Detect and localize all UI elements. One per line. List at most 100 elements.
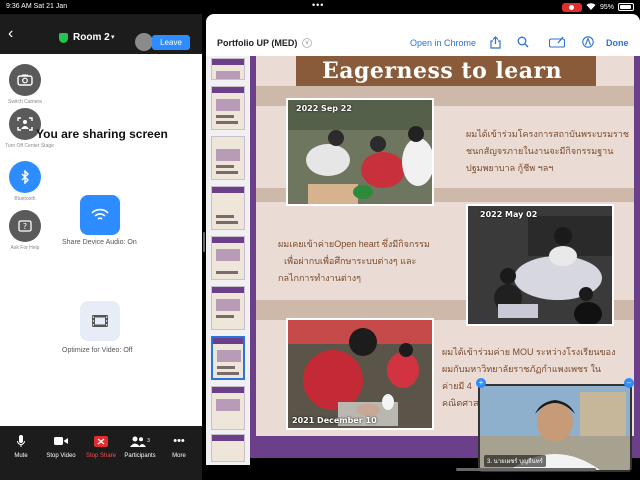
share-icon[interactable] [488,36,502,50]
self-view-add-icon[interactable]: + [476,378,486,388]
ask-for-help-button[interactable]: ? Ask For Help [5,210,45,251]
more-dots-icon: ••• [173,435,185,447]
stop-share-button[interactable]: Stop Share [82,434,120,459]
participants-count: 3 [147,438,150,444]
help-icon: ? [9,210,41,242]
microphone-icon [2,434,40,448]
svg-text:?: ? [23,222,27,231]
switch-camera-label: Switch Camera [8,99,42,105]
thumb-text-line [216,215,234,218]
thumb-text-line [216,121,238,124]
open-in-chrome-link[interactable]: Open in Chrome [410,38,476,48]
center-stage-label: Turn Off Center Stage [5,143,54,149]
thumb-text-line [217,366,235,369]
thumbnail[interactable] [211,136,245,180]
text-block-1: ผมได้เข้าร่วมโครงการสถาบันพระบรมราช ชนกส… [466,126,629,177]
mute-label: Mute [14,453,28,459]
security-shield-icon[interactable] [59,33,68,43]
film-icon [92,315,108,327]
mute-button[interactable]: Mute [2,434,40,459]
done-button[interactable]: Done [606,38,629,48]
stop-share-icon [82,434,120,448]
battery-percentage: 95% [599,3,614,11]
page-thumbnails [206,56,250,465]
text-line: ผมเคยเข้าค่ายOpen heart ซึ่งมีกิจกรรม [278,239,430,249]
screen-recording-icon[interactable] [561,2,582,12]
home-indicator[interactable] [456,468,596,471]
camera-switch-icon [9,64,41,96]
photo-date: 2022 Sep 22 [296,104,352,113]
thumbnail[interactable] [211,434,245,462]
thumbnail-selected[interactable] [211,336,245,380]
text-line: ชนกสัญจรภายในงานจะมีกิจกรรมฐาน [466,146,614,156]
annotate-icon[interactable] [581,36,595,50]
text-line: เพื่อผ่ากบเพื่อศึกษาระบบต่างๆ และ [284,256,417,266]
status-right: 95% [561,2,634,12]
video-camera-icon [42,434,80,448]
multitasking-dots-icon[interactable]: ••• [312,0,324,10]
thumbnail[interactable] [211,58,245,80]
thumbnail[interactable] [211,286,245,330]
zoom-header: ‹ Room 2 ▾ Leave [0,14,202,54]
search-icon[interactable] [516,36,530,50]
self-view-video[interactable]: 3. นายเผชร์ บุญยืนทร์ [478,384,632,472]
participant-name-tag: 3. นายเผชร์ บุญยืนทร์ [484,455,546,467]
document-toolbar: Portfolio UP (MED) ˅ Open in Chrome Done [206,14,640,56]
screen: 9:36 AM Sat 21 Jan ••• 95% ‹ Room 2 ▾ Le… [0,0,640,480]
switch-camera-button[interactable]: Switch Camera [5,64,45,105]
stop-share-label: Stop Share [85,453,117,459]
markup-pen-icon[interactable] [548,36,566,50]
thumb-text-line [216,165,234,168]
back-chevron-icon[interactable]: ‹ [8,26,13,42]
thumb-header-bar [213,338,243,344]
thumb-image [216,399,240,411]
activity-photo: 2022 May 02 [466,204,614,326]
optimize-video-button[interactable] [80,301,120,341]
thumb-image [216,249,240,261]
leave-button[interactable]: Leave [152,35,190,50]
bluetooth-icon [9,161,41,193]
thumbnail[interactable] [211,236,245,280]
thumb-header-bar [212,287,244,293]
text-line: ปฐมพยาบาล กู้ชีพ ฯลฯ [466,163,554,173]
split-view-handle[interactable] [203,232,205,252]
chevron-down-icon[interactable]: ▾ [111,33,115,41]
text-line: ผมกับมหาวิทยาลัยราชภัฏกำแพงเพชร ใน [442,364,601,374]
photo-date: 2022 May 02 [480,210,538,219]
thumb-image [216,149,240,161]
thumbnail[interactable] [211,386,245,430]
thumb-image [216,71,240,79]
document-panel: Portfolio UP (MED) ˅ Open in Chrome Done [206,14,640,480]
text-line: ผมได้เข้าร่วมค่าย MOU ระหว่างโรงเรียนของ [442,347,616,357]
thumb-header-bar [212,187,244,193]
thumb-text-line [217,372,239,375]
thumbnail[interactable] [211,86,245,130]
sharing-status-text: You are sharing screen [36,127,168,141]
thumb-image [216,99,240,111]
photo-first-aid [288,100,432,204]
participants-button[interactable]: 3 Participants [120,434,160,459]
more-label: More [172,453,186,459]
share-audio-label: Share Device Audio: On [62,239,137,246]
zoom-panel: ‹ Room 2 ▾ Leave Switch Camera Turn Off … [0,14,202,480]
share-audio-button[interactable] [80,195,120,235]
thumb-text-line [216,271,238,274]
bluetooth-button[interactable]: Bluetooth [5,161,45,202]
thumbnail[interactable] [211,186,245,230]
activity-photo: 2021 December 10 [286,318,434,430]
optimize-video-label: Optimize for Video: Off [62,347,133,354]
document-title[interactable]: Portfolio UP (MED) [217,38,297,48]
wifi-icon [586,2,596,12]
room-name[interactable]: Room 2 [73,32,110,43]
battery-icon [618,3,634,11]
more-button[interactable]: ••• More [160,434,198,459]
thumb-header-bar [212,237,244,243]
self-view-minimize-icon[interactable]: – [624,378,634,388]
avatar [135,33,153,51]
text-line: ผมได้เข้าร่วมโครงการสถาบันพระบรมราช [466,129,630,139]
chevron-down-icon[interactable]: ˅ [302,38,312,48]
thumb-text-line [216,315,234,318]
photo-dissection [468,206,612,324]
stop-video-button[interactable]: Stop Video [42,434,80,459]
thumb-image [217,350,241,362]
